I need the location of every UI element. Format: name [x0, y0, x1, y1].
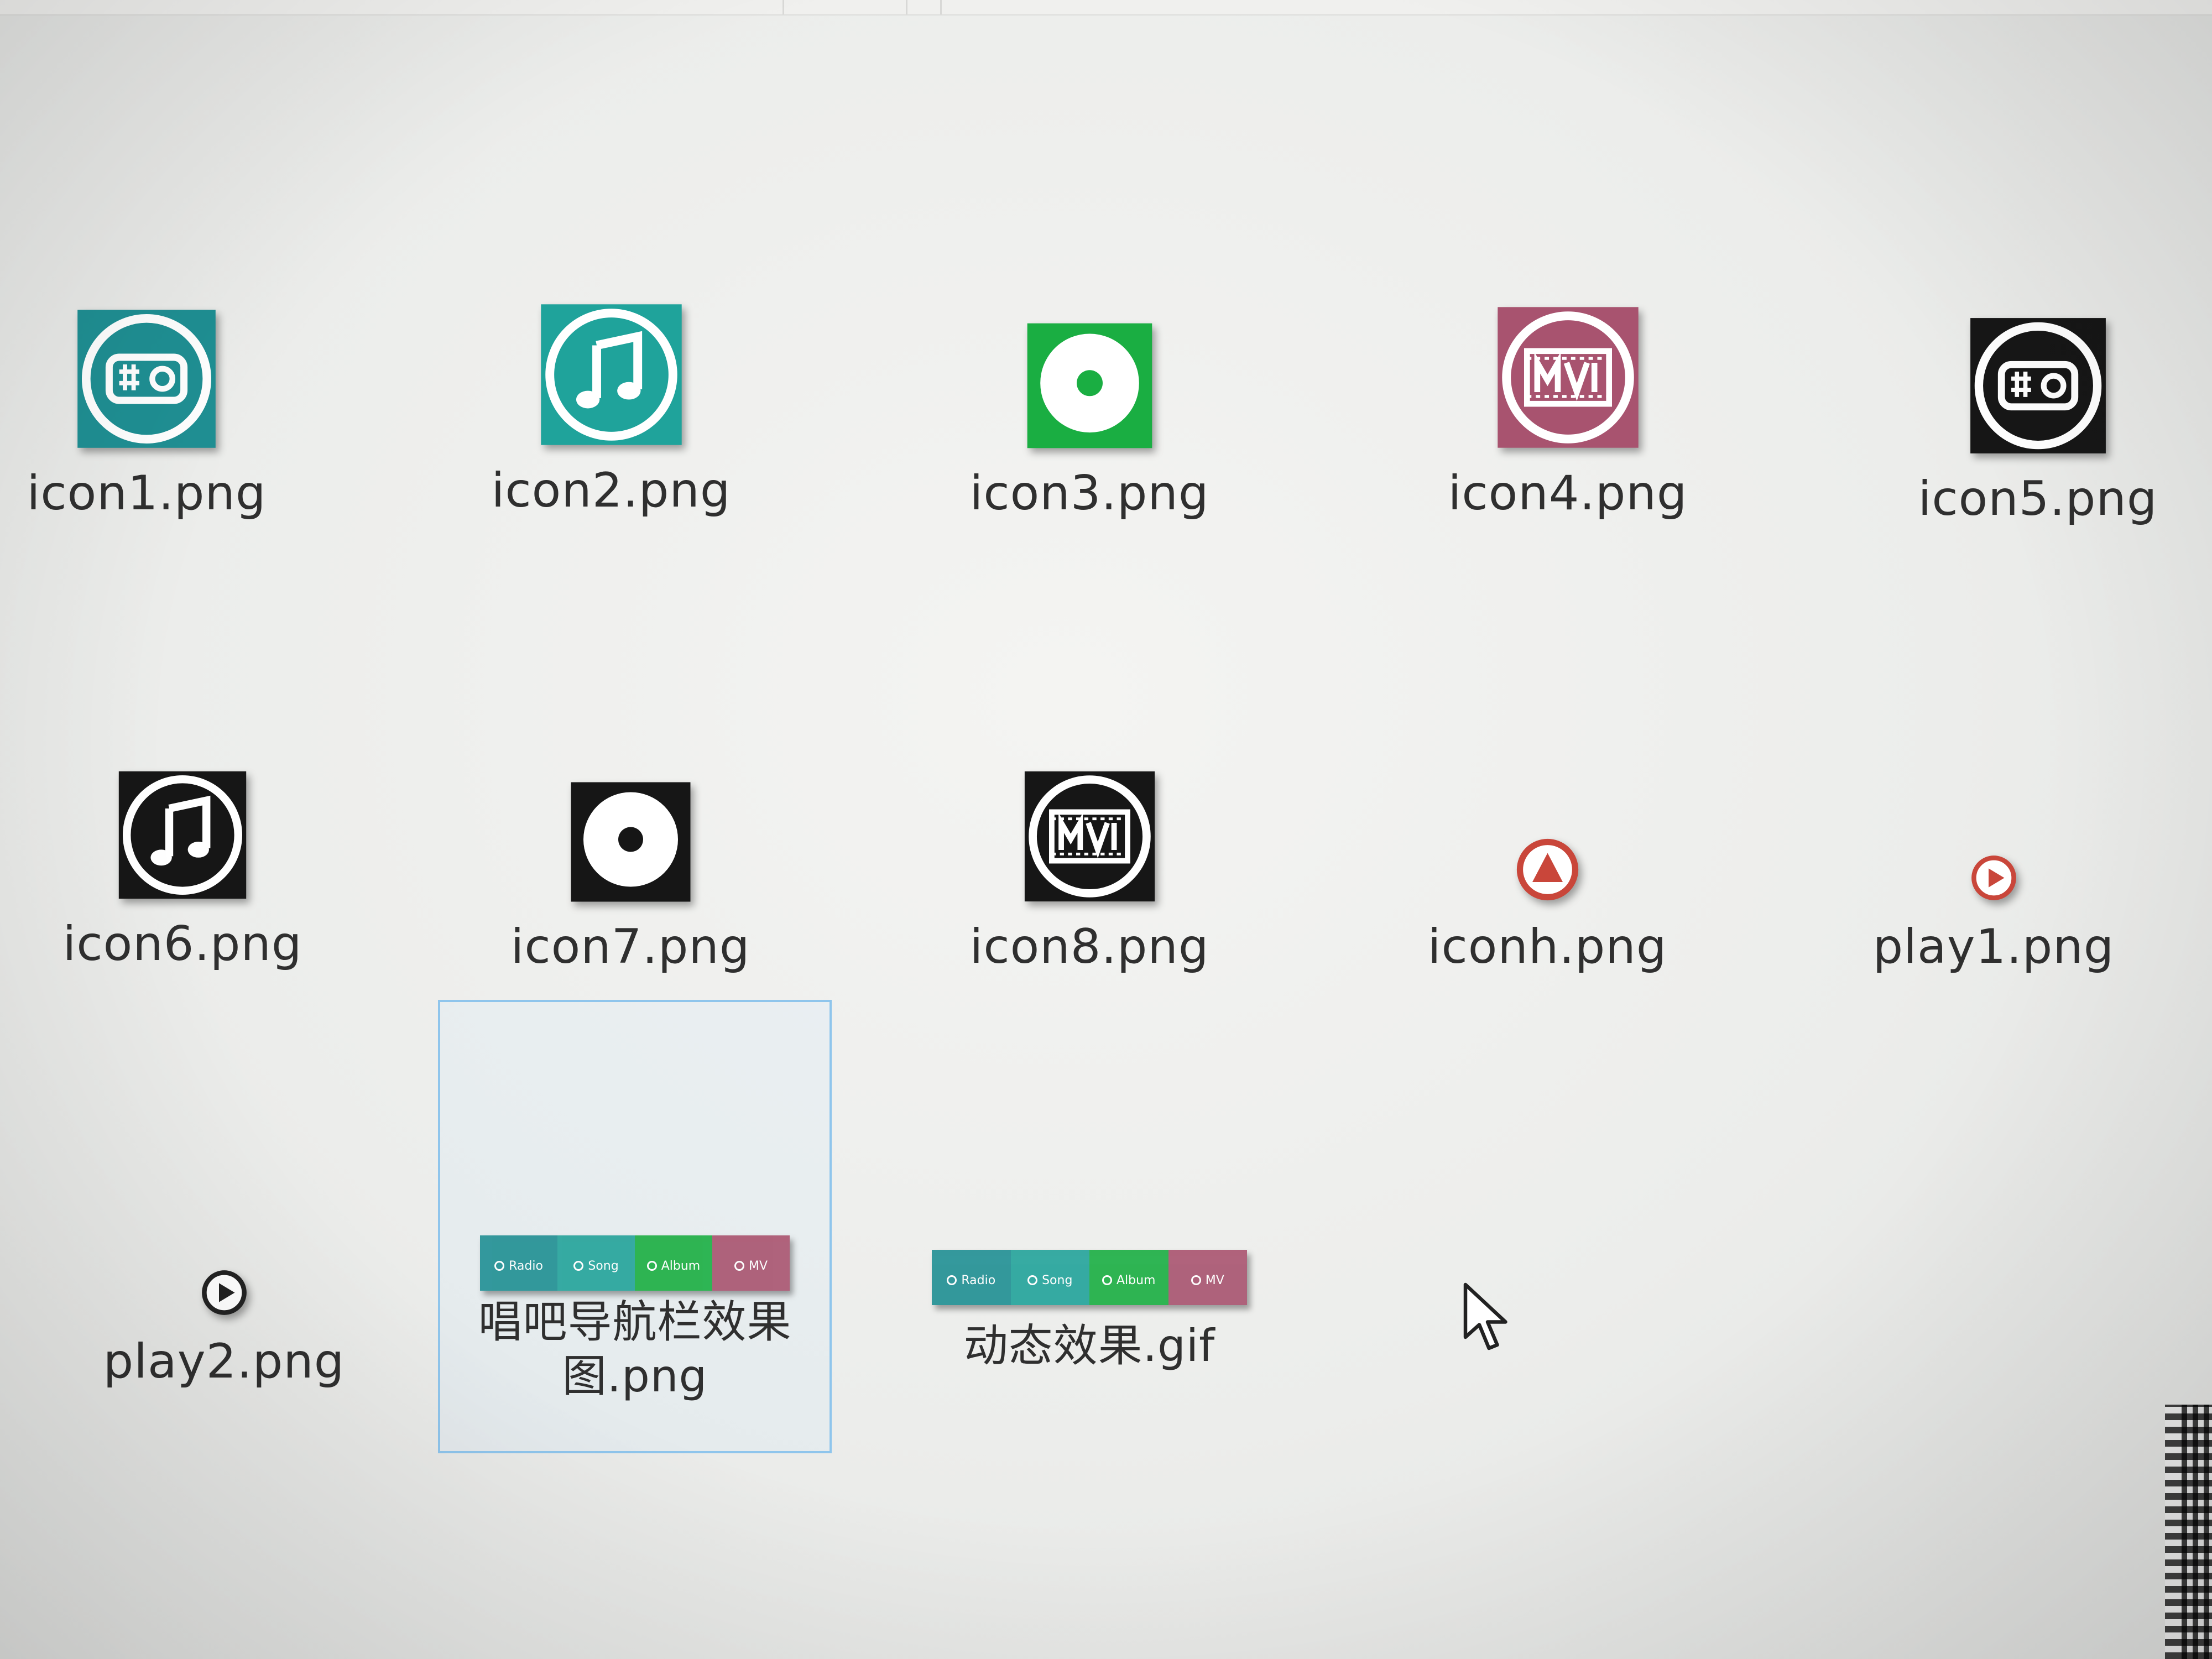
mouse-pointer-icon	[1463, 1282, 1512, 1354]
file-name: icon1.png	[27, 466, 267, 521]
file-name: icon6.png	[62, 916, 302, 972]
top-border	[0, 0, 2212, 15]
file-name: 动态效果.gif	[963, 1320, 1215, 1371]
icon-background	[77, 310, 216, 448]
navbar-segment-song: Song	[557, 1235, 635, 1291]
column-separator[interactable]	[940, 0, 942, 14]
file-item-icon1[interactable]: icon1.png	[0, 288, 340, 520]
mv-film-icon	[1022, 769, 1157, 904]
navbar-preview-thumbnail: Radio Song Album MV	[932, 1250, 1247, 1305]
navbar-preview-thumbnail: Radio Song Album MV	[480, 1235, 790, 1291]
file-item-icon4[interactable]: icon4.png	[1374, 288, 1761, 520]
triangle-circle-icon	[1513, 835, 1582, 904]
qr-code-pattern	[2182, 1405, 2212, 1659]
music-note-icon	[538, 301, 685, 448]
radio-icon	[75, 307, 218, 451]
file-item-icon7[interactable]: icon7.png	[437, 741, 824, 973]
album-disc-icon	[1025, 321, 1155, 451]
file-name: icon7.png	[510, 919, 750, 975]
navbar-segment-radio: Radio	[480, 1235, 557, 1291]
file-name: icon2.png	[491, 463, 731, 519]
play-circle-icon	[1968, 852, 2020, 904]
file-item-navbar-png[interactable]: Radio Song Album MV 唱吧导航栏效果图.png	[438, 1000, 832, 1453]
navbar-segment-mv: MV	[1168, 1250, 1247, 1305]
file-name: icon3.png	[969, 466, 1209, 521]
file-item-icon3[interactable]: icon3.png	[896, 288, 1283, 520]
file-item-icon6[interactable]: icon6.png	[0, 738, 376, 971]
radio-icon	[1968, 315, 2109, 456]
file-explorer-window: icon1.png icon2.png icon3.png icon4.png …	[0, 0, 2212, 1659]
music-note-icon	[116, 769, 249, 901]
navbar-segment-radio: Radio	[932, 1250, 1011, 1305]
file-item-gif[interactable]: Radio Song Album MV 动态效果.gif	[896, 1250, 1283, 1427]
file-item-iconh[interactable]: iconh.png	[1354, 741, 1741, 973]
file-name: play2.png	[103, 1334, 345, 1390]
file-name: icon8.png	[969, 919, 1209, 975]
file-name: 唱吧导航栏效果图.png	[478, 1296, 792, 1402]
file-name: icon4.png	[1448, 466, 1688, 521]
file-item-play1[interactable]: play1.png	[1800, 741, 2187, 973]
file-item-icon8[interactable]: icon8.png	[896, 741, 1283, 973]
column-separator[interactable]	[906, 0, 907, 14]
navbar-segment-album: Album	[1089, 1250, 1168, 1305]
play-circle-icon	[198, 1266, 251, 1319]
file-item-icon5[interactable]: icon5.png	[1844, 293, 2212, 525]
file-name: icon5.png	[1918, 471, 2158, 527]
column-separator[interactable]	[782, 0, 784, 14]
navbar-segment-song: Song	[1010, 1250, 1089, 1305]
file-item-play2[interactable]: play2.png	[30, 1156, 418, 1388]
album-disc-icon	[568, 780, 693, 904]
navbar-segment-mv: MV	[712, 1235, 790, 1291]
file-name: iconh.png	[1427, 919, 1667, 975]
file-name: play1.png	[1872, 919, 2115, 975]
file-item-icon2[interactable]: icon2.png	[418, 285, 805, 517]
mv-film-icon	[1495, 304, 1641, 451]
navbar-segment-album: Album	[635, 1235, 712, 1291]
